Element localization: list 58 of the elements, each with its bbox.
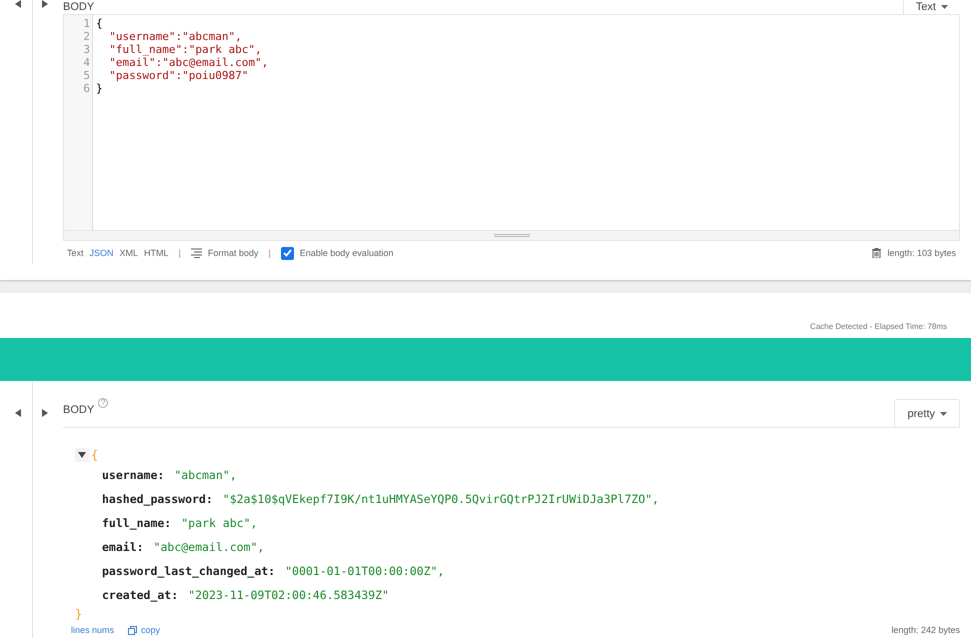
json-value: "2023-11-09T02:00:46.583439Z" [188,588,389,602]
code-line: "full_name":"park abc", [108,43,263,56]
line-number: 2 [83,30,90,43]
section-title: BODY [63,1,94,13]
mode-dropdown[interactable]: pretty [894,399,960,427]
json-key: email: [102,540,144,554]
line-numbers-link[interactable]: lines nums [71,625,114,635]
json-value: "abcman", [174,468,237,482]
separator: | [268,248,271,258]
caret-icon [941,5,948,9]
format-link[interactable]: Text [67,248,84,258]
line-number: 3 [83,43,90,56]
align-lines-icon[interactable] [190,248,202,258]
line-number: 5 [83,69,90,82]
code-editor[interactable]: 1 2 3 4 5 6 { "username":"abcman", "full_name":"park abc", "email":"abc@email.com", "password":"poiu0987" } [63,14,960,241]
code-line: } [96,82,104,95]
code-line: "username":"abcman", [108,30,243,43]
json-key: password_last_changed_at: [102,564,276,578]
format-link[interactable]: XML [120,248,138,258]
code-line: "password":"poiu0987" [108,69,250,82]
length-text: length: 242 bytes [891,625,960,635]
line-number: 6 [83,82,90,95]
line-number: 1 [83,17,90,30]
help-icon[interactable]: ? [98,398,108,408]
line-number: 4 [83,56,90,69]
mode-dropdown[interactable]: Text [902,0,960,14]
json-value: "0001-01-01T00:00:00Z", [285,564,444,578]
caret-icon [940,412,947,416]
json-key: username: [102,468,164,482]
code-line: { [96,17,104,30]
checkbox[interactable] [280,246,294,260]
section-title: BODY [63,404,94,416]
json-value: "park abc", [181,516,258,530]
length-text: length: 103 bytes [887,248,956,258]
copy-icon[interactable] [128,626,138,634]
format-link[interactable]: JSON [90,248,114,258]
copy-link[interactable]: copy [141,625,160,635]
json-key: created_at: [102,588,178,602]
checkbox-label[interactable]: Enable body evaluation [300,248,394,258]
collapse-left-icon[interactable] [15,409,21,417]
caret-icon [78,452,86,458]
expand-right-icon[interactable] [42,409,48,417]
format-body-link[interactable]: Format body [208,248,258,258]
toggle-button[interactable] [75,448,89,462]
format-link[interactable]: HTML [144,248,169,258]
status-text: Cache Detected - Elapsed Time: 78ms [810,322,947,331]
json-value: "$2a$10$qVEkepf7I9K/nt1uHMYASeYQP0.5QvirGQtrPJ2IrUWiDJa3Pl7ZO", [222,492,659,506]
brace: } [75,607,82,621]
json-key: hashed_password: [102,492,213,506]
expand-right-icon[interactable] [42,0,48,8]
collapse-left-icon[interactable] [15,0,21,8]
brace: { [91,448,98,462]
trash-icon[interactable] [872,248,882,258]
code-line: "email":"abc@email.com", [108,56,268,69]
resize-handle[interactable] [64,230,959,240]
json-key: full_name: [102,516,172,530]
separator: | [178,248,181,258]
json-value: "abc@email.com", [154,540,264,554]
